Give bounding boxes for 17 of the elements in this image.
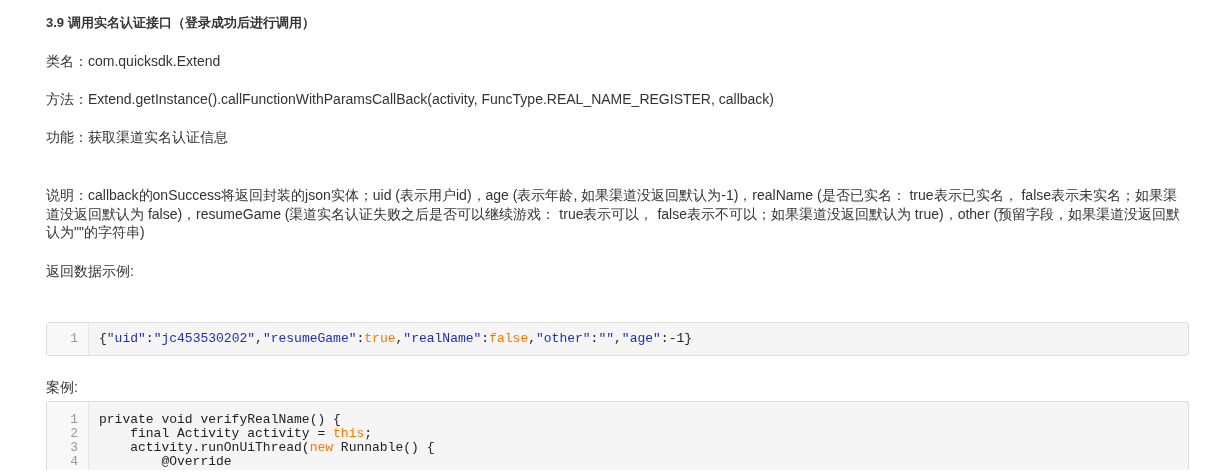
code-line: private void verifyRealName() {: [99, 412, 342, 427]
code-line: {"uid":"jc453530202","resumeGame":true,"realName":false,"other":"","age":-1}: [99, 331, 693, 346]
line-number: 1: [69, 331, 78, 346]
line-number: 1: [69, 412, 78, 427]
paragraph: 返回数据示例:: [46, 261, 135, 280]
description-paragraph: 说明：callback的onSuccess将返回封装的json实体；uid (表示用户id)，age (表示年龄, 如果渠道没返回默认为-1)，realName (是否已实名： true表示已实名， false表示未实名；如果渠道没返回默认为 false)，resumeGame (渠道实名认证失败之后是否可以继续游戏： true表示可以， false表示不可以；如果渠道没返回默认为 true)，other (预留字段，如果渠道没返回默认为""的字符串): [46, 186, 1182, 242]
code-line: final Activity activity = this;: [130, 426, 374, 441]
line-number: 2: [69, 426, 78, 441]
section-heading: 3.9 调用实名认证接口（登录成功后进行调用）: [46, 14, 316, 32]
line-number: 4: [69, 454, 78, 469]
paragraph: 方法：Extend.getInstance().callFunctionWithParamsCallBack(activity, FuncType.REAL_NAME_REGISTER, callback): [46, 90, 775, 108]
code-line: activity.runOnUiThread(new Runnable() {: [129, 440, 435, 455]
line-number: 3: [69, 440, 78, 455]
paragraph: 功能：获取渠道实名认证信息: [46, 128, 229, 146]
paragraph: 类名：com.quicksdk.Extend: [46, 52, 222, 70]
code-line: @Override: [161, 454, 232, 469]
paragraph: 案例:: [46, 377, 79, 396]
